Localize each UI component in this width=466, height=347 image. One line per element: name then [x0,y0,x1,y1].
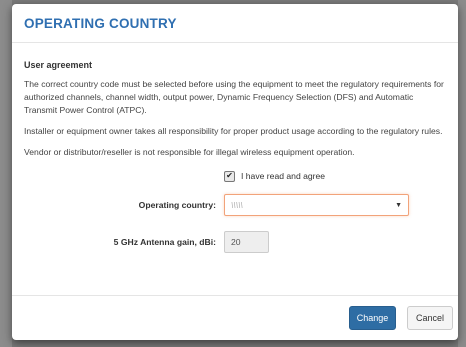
antenna-gain-value: 20 [231,236,241,247]
country-row: Operating country: \\\\\ ▼ [24,194,446,216]
antenna-gain-input[interactable]: 20 [224,231,269,253]
antenna-gain-label: 5 GHz Antenna gain, dBi: [113,236,216,247]
change-button[interactable]: Change [349,306,396,330]
cancel-button[interactable]: Cancel [407,306,453,330]
background-page-edge-left [0,0,12,347]
dialog-body: User agreement The correct country code … [12,43,458,253]
agree-checkbox[interactable]: ✔ [224,170,235,182]
dialog-footer: Change Cancel [12,295,458,340]
operating-country-dialog: OPERATING COUNTRY User agreement The cor… [12,4,458,340]
antenna-gain-row: 5 GHz Antenna gain, dBi: 20 [24,231,446,253]
agreement-paragraph-3: Vendor or distributor/reseller is not re… [24,147,355,157]
user-agreement-heading: User agreement [24,60,93,70]
operating-country-value: \\\\\ [231,199,243,210]
agreement-paragraph-2: Installer or equipment owner takes all r… [24,126,443,136]
dialog-header: OPERATING COUNTRY [12,4,458,43]
dialog-title: OPERATING COUNTRY [24,15,177,31]
agree-label[interactable]: I have read and agree [241,170,325,183]
chevron-down-icon: ▼ [395,201,402,209]
operating-country-label: Operating country: [138,199,216,210]
checkmark-icon: ✔ [226,171,233,180]
agreement-paragraph-1: The correct country code must be selecte… [24,79,444,115]
background-page-edge-right [458,0,466,347]
operating-country-select[interactable]: \\\\\ ▼ [224,194,409,216]
agree-row[interactable]: ✔ I have read and agree [224,169,446,183]
